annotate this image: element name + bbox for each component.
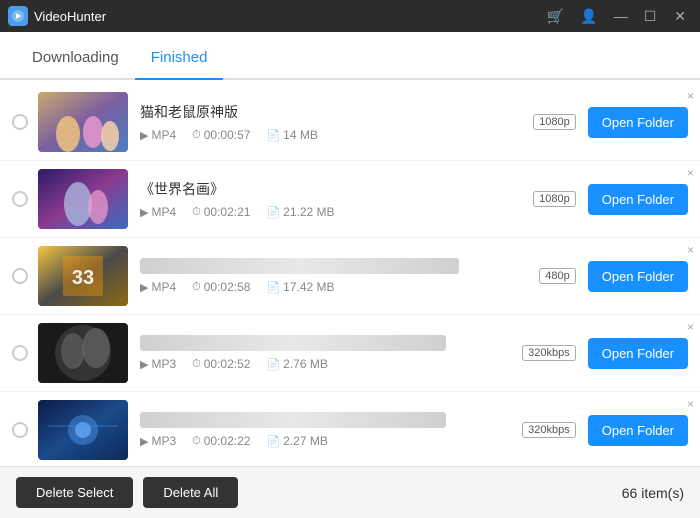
clock-icon: ⏱ [192, 358, 201, 371]
item-format: ▶ MP4 [140, 205, 176, 219]
open-folder-button[interactable]: Open Folder [588, 338, 688, 369]
item-info: 猫和老鼠原神版 ▶ MP4 ⏱ 00:00:57 📄 14 MB [140, 102, 533, 142]
clock-icon: ⏱ [192, 435, 201, 448]
quality-badge: 1080p [533, 114, 576, 130]
item-meta: ▶ MP4 ⏱ 00:02:58 📄 17.42 MB [140, 280, 539, 294]
file-icon: 📄 [266, 129, 280, 142]
item-info: ▶ MP3 ⏱ 00:02:52 📄 2.76 MB [140, 335, 522, 371]
quality-badge: 480p [539, 268, 575, 284]
item-format: ▶ MP4 [140, 280, 176, 294]
item-title-blurred [140, 335, 446, 351]
thumbnail [38, 169, 128, 229]
select-radio[interactable] [12, 268, 28, 284]
open-folder-button[interactable]: Open Folder [588, 184, 688, 215]
item-size: 📄 2.76 MB [266, 357, 327, 371]
item-size: 📄 14 MB [266, 128, 317, 142]
list-item: 《世界名画》 ▶ MP4 ⏱ 00:02:21 📄 21.22 MB 1080p Open… [0, 161, 700, 238]
tab-finished[interactable]: Finished [135, 37, 224, 80]
item-size: 📄 2.27 MB [266, 434, 327, 448]
clock-icon: ⏱ [192, 206, 201, 219]
format-icon: ▶ [140, 281, 148, 294]
thumbnail: 33 [38, 246, 128, 306]
item-info: 《世界名画》 ▶ MP4 ⏱ 00:02:21 📄 21.22 MB [140, 179, 533, 219]
user-icon[interactable]: 👤 [576, 6, 601, 27]
app-logo [8, 6, 28, 26]
open-folder-button[interactable]: Open Folder [588, 107, 688, 138]
tabs-bar: Downloading Finished [0, 32, 700, 80]
list-item: 33 ▶ MP4 ⏱ 00:02:58 📄 17.42 MB 480p Open Fol… [0, 238, 700, 315]
item-duration: ⏱ 00:02:58 [192, 280, 250, 294]
item-duration: ⏱ 00:00:57 [192, 128, 250, 142]
list-item: 猫和老鼠原神版 ▶ MP4 ⏱ 00:00:57 📄 14 MB 1080p Open F… [0, 84, 700, 161]
file-icon: 📄 [266, 358, 280, 371]
select-radio[interactable] [12, 114, 28, 130]
thumbnail [38, 92, 128, 152]
delete-select-button[interactable]: Delete Select [16, 477, 133, 508]
item-duration: ⏱ 00:02:52 [192, 357, 250, 371]
title-bar: VideoHunter 🛒 👤 — ☐ ✕ [0, 0, 700, 32]
select-radio[interactable] [12, 345, 28, 361]
format-icon: ▶ [140, 435, 148, 448]
window-controls: 🛒 👤 — ☐ ✕ [543, 6, 692, 27]
file-icon: 📄 [266, 435, 280, 448]
maximize-icon[interactable]: ☐ [640, 6, 661, 27]
item-duration: ⏱ 00:02:21 [192, 205, 250, 219]
item-title: 《世界名画》 [140, 179, 533, 199]
item-title-blurred [140, 258, 459, 274]
item-title: 猫和老鼠原神版 [140, 102, 533, 122]
item-format: ▶ MP3 [140, 434, 176, 448]
thumbnail [38, 323, 128, 383]
close-icon[interactable]: ✕ [668, 6, 692, 27]
remove-item-button[interactable]: × [687, 321, 694, 333]
item-duration: ⏱ 00:02:22 [192, 434, 250, 448]
item-format: ▶ MP4 [140, 128, 176, 142]
clock-icon: ⏱ [192, 281, 201, 294]
remove-item-button[interactable]: × [687, 90, 694, 102]
remove-item-button[interactable]: × [687, 167, 694, 179]
item-meta: ▶ MP4 ⏱ 00:02:21 📄 21.22 MB [140, 205, 533, 219]
thumbnail [38, 400, 128, 460]
quality-badge: 320kbps [522, 422, 576, 438]
open-folder-button[interactable]: Open Folder [588, 415, 688, 446]
item-title-blurred [140, 412, 446, 428]
tab-downloading[interactable]: Downloading [16, 37, 135, 80]
file-icon: 📄 [266, 206, 280, 219]
content-list: 猫和老鼠原神版 ▶ MP4 ⏱ 00:00:57 📄 14 MB 1080p Open F… [0, 80, 700, 466]
format-icon: ▶ [140, 129, 148, 142]
format-icon: ▶ [140, 206, 148, 219]
svg-text:33: 33 [72, 267, 94, 289]
item-meta: ▶ MP4 ⏱ 00:00:57 📄 14 MB [140, 128, 533, 142]
open-folder-button[interactable]: Open Folder [588, 261, 688, 292]
list-item: ▶ MP3 ⏱ 00:02:22 📄 2.27 MB 320kbps Open Fold… [0, 392, 700, 466]
select-radio[interactable] [12, 422, 28, 438]
format-icon: ▶ [140, 358, 148, 371]
remove-item-button[interactable]: × [687, 398, 694, 410]
quality-badge: 320kbps [522, 345, 576, 361]
remove-item-button[interactable]: × [687, 244, 694, 256]
item-info: ▶ MP3 ⏱ 00:02:22 📄 2.27 MB [140, 412, 522, 448]
clock-icon: ⏱ [192, 129, 201, 142]
footer: Delete Select Delete All 66 item(s) [0, 466, 700, 518]
list-item: ▶ MP3 ⏱ 00:02:52 📄 2.76 MB 320kbps Open Fold… [0, 315, 700, 392]
cart-icon[interactable]: 🛒 [543, 6, 568, 27]
quality-badge: 1080p [533, 191, 576, 207]
item-size: 📄 21.22 MB [266, 205, 334, 219]
minimize-icon[interactable]: — [610, 6, 632, 26]
item-size: 📄 17.42 MB [266, 280, 334, 294]
item-format: ▶ MP3 [140, 357, 176, 371]
item-meta: ▶ MP3 ⏱ 00:02:52 📄 2.76 MB [140, 357, 522, 371]
item-meta: ▶ MP3 ⏱ 00:02:22 📄 2.27 MB [140, 434, 522, 448]
delete-all-button[interactable]: Delete All [143, 477, 238, 508]
app-title: VideoHunter [34, 9, 543, 24]
select-radio[interactable] [12, 191, 28, 207]
item-info: ▶ MP4 ⏱ 00:02:58 📄 17.42 MB [140, 258, 539, 294]
file-icon: 📄 [266, 281, 280, 294]
item-count: 66 item(s) [622, 485, 684, 501]
